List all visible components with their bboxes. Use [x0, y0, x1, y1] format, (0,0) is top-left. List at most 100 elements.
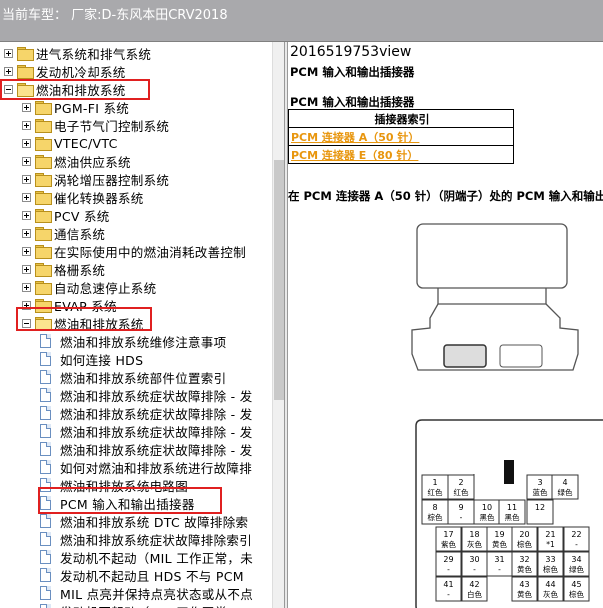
tree-item[interactable]: 发动机不起动（MIL 工作正常，D: [40, 602, 250, 608]
pin-number: 4: [562, 478, 567, 487]
tree-item-label: 燃油和排放系统症状故障排除 - 发: [60, 406, 253, 422]
tree-item[interactable]: PGM-FI 系统: [22, 98, 129, 116]
folder-icon: [35, 209, 52, 223]
pin-number: 43: [519, 580, 529, 589]
link-connector-e[interactable]: PCM 连接器 E（80 针）: [291, 149, 418, 162]
folder-icon: [35, 227, 52, 241]
tree-item[interactable]: 燃油和排放系统症状故障排除 - 发: [40, 440, 253, 458]
scrollbar-thumb[interactable]: [274, 160, 284, 400]
document-icon: [40, 604, 51, 608]
pin-color: 黄色: [517, 589, 532, 599]
pin-color: -: [447, 590, 450, 599]
tree-item[interactable]: 格栅系统: [22, 260, 105, 278]
tree-item[interactable]: 燃油和排放系统症状故障排除 - 发: [40, 404, 253, 422]
tree-item-label: PGM-FI 系统: [54, 100, 130, 116]
title-bar: 当前车型： 厂家:D-东风本田CRV2018: [0, 0, 603, 42]
pin-number: 2: [458, 478, 463, 487]
tree-item[interactable]: 通信系统: [22, 224, 105, 242]
connector-pin-diagram: 1红色2红色3蓝色4绿色8棕色9-10黑色11黑色1217紫色18灰色19黄色2…: [415, 419, 603, 608]
pin-color: 黄色: [517, 564, 532, 574]
pin-number: 17: [443, 530, 453, 539]
tree-item[interactable]: 燃油和排放系统部件位置索引: [40, 368, 226, 386]
tree-item[interactable]: 涡轮增压器控制系统: [22, 170, 169, 188]
tree-item[interactable]: 催化转换器系统: [22, 188, 144, 206]
tree-item-label: 自动怠速停止系统: [54, 280, 157, 296]
document-icon: [40, 568, 51, 582]
connector-key: [504, 460, 514, 484]
tree-item-label: 燃油和排放系统 DTC 故障排除索: [60, 514, 249, 530]
folder-icon: [35, 173, 52, 187]
tree-item[interactable]: PCV 系统: [22, 206, 110, 224]
navigation-tree[interactable]: 进气系统和排气系统 发动机冷却系统 燃油和排放系统 PGM-FI 系统 电子节气门控制系…: [0, 42, 272, 608]
expand-icon[interactable]: [22, 246, 31, 256]
document-id: 2016519753view: [290, 44, 412, 60]
tree-item[interactable]: 自动怠速停止系统: [22, 278, 156, 296]
connector-index-table: 插接器索引 PCM 连接器 A（50 针） PCM 连接器 E（80 针）: [288, 109, 514, 164]
highlight-box: [0, 79, 150, 100]
link-connector-a[interactable]: PCM 连接器 A（50 针）: [291, 131, 419, 144]
expand-icon[interactable]: [22, 282, 31, 292]
connector-outline-drawing: [411, 223, 579, 371]
pin-number: 11: [507, 503, 517, 512]
tree-item[interactable]: 燃油供应系统: [22, 152, 131, 170]
document-icon: [40, 334, 51, 348]
pin-color: 黑色: [480, 512, 495, 522]
tree-item[interactable]: 发动机不起动（MIL 工作正常，未: [40, 548, 253, 566]
tree-item-label: MIL 点亮并保持点亮状态或从不点: [60, 586, 254, 602]
tree-item[interactable]: 发动机不起动且 HDS 不与 PCM: [40, 566, 244, 584]
page-title: PCM 输入和输出插接器: [290, 65, 415, 79]
folder-icon: [35, 191, 52, 205]
highlight-box: [16, 307, 152, 331]
document-icon: [40, 424, 51, 438]
pin-color: 棕色: [569, 589, 584, 599]
tree-item[interactable]: 燃油和排放系统 DTC 故障排除索: [40, 512, 248, 530]
pin-number: 22: [571, 530, 581, 539]
tree-item-label: 燃油供应系统: [54, 154, 131, 170]
tree-item[interactable]: 在实际使用中的燃油消耗改善控制: [22, 242, 246, 260]
expand-icon[interactable]: [22, 102, 31, 112]
tree-item[interactable]: 燃油和排放系统症状故障排除索引: [40, 530, 252, 548]
tree-item[interactable]: 进气系统和排气系统: [4, 44, 151, 62]
tree-item[interactable]: 电子节气门控制系统: [22, 116, 169, 134]
tree-item[interactable]: 如何对燃油和排放系统进行故障排: [40, 458, 252, 476]
folder-icon: [35, 155, 52, 169]
folder-icon: [35, 245, 52, 259]
table-row: PCM 连接器 A（50 针）: [288, 127, 514, 146]
pin-number: 34: [571, 555, 581, 564]
tree-item[interactable]: 发动机冷却系统: [4, 62, 126, 80]
pin-color: -: [473, 565, 476, 574]
expand-icon[interactable]: [22, 264, 31, 274]
tree-item-label: 发动机冷却系统: [36, 64, 126, 80]
document-icon: [40, 532, 51, 546]
expand-icon[interactable]: [22, 156, 31, 166]
expand-icon[interactable]: [22, 228, 31, 238]
expand-icon[interactable]: [4, 48, 13, 58]
expand-icon[interactable]: [22, 120, 31, 130]
tree-item[interactable]: 燃油和排放系统症状故障排除 - 发: [40, 422, 253, 440]
tree-item[interactable]: 燃油和排放系统症状故障排除 - 发: [40, 386, 253, 404]
expand-icon[interactable]: [22, 210, 31, 220]
tree-item-label: 通信系统: [54, 226, 106, 242]
pin-number: 42: [469, 580, 479, 589]
tree-item[interactable]: 如何连接 HDS: [40, 350, 143, 368]
tree-item-label: PCV 系统: [54, 208, 110, 224]
pin-color: *1: [546, 540, 555, 549]
expand-icon[interactable]: [22, 138, 31, 148]
tree-item-label: 催化转换器系统: [54, 190, 144, 206]
expand-icon[interactable]: [4, 66, 13, 76]
tree-item[interactable]: MIL 点亮并保持点亮状态或从不点: [40, 584, 253, 602]
document-icon: [40, 406, 51, 420]
expand-icon[interactable]: [22, 192, 31, 202]
pin-color: 黄色: [492, 539, 507, 549]
folder-icon: [35, 101, 52, 115]
tree-item[interactable]: 燃油和排放系统维修注意事项: [40, 332, 226, 350]
pin-number: 45: [571, 580, 581, 589]
pin-number: 31: [494, 555, 504, 564]
tree-item[interactable]: VTEC/VTC: [22, 134, 118, 152]
tree-scrollbar[interactable]: [272, 42, 284, 608]
folder-icon: [35, 119, 52, 133]
pin-color: 红色: [454, 487, 469, 497]
expand-icon[interactable]: [22, 174, 31, 184]
tree-item-label: 电子节气门控制系统: [54, 118, 170, 134]
tree-item-label: 燃油和排放系统症状故障排除 - 发: [60, 424, 253, 440]
